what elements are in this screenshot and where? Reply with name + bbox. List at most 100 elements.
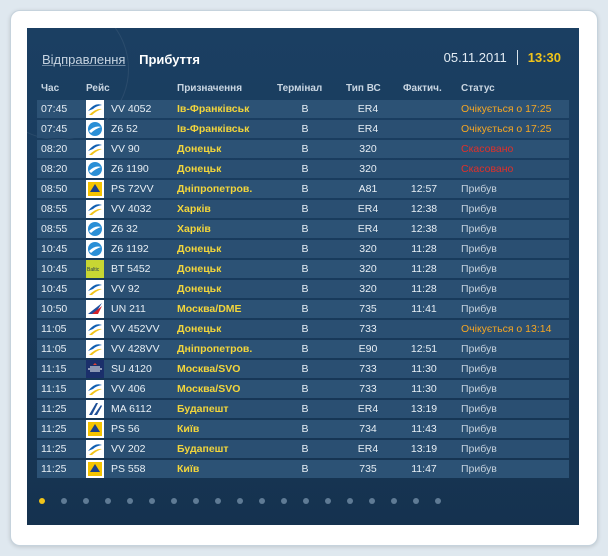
tab-arrivals[interactable]: Прибуття bbox=[139, 52, 200, 67]
flight-time: 11:25 bbox=[41, 423, 67, 435]
airbaltic-logo: Baltic bbox=[86, 260, 104, 278]
aerosvit-logo bbox=[86, 240, 104, 258]
flight-time: 10:45 bbox=[41, 283, 68, 295]
flight-terminal: B bbox=[301, 143, 309, 155]
pagination-dot-6[interactable] bbox=[149, 498, 155, 504]
pagination-dot-15[interactable] bbox=[347, 498, 353, 504]
flight-status: Очікується о 13:14 bbox=[461, 323, 552, 335]
aircraft-type: 320 bbox=[359, 283, 377, 295]
transaero-logo bbox=[86, 300, 104, 318]
actual-time: 12:57 bbox=[410, 183, 438, 195]
actual-time: 11:30 bbox=[411, 363, 437, 375]
flight-status: Прибув bbox=[461, 443, 497, 455]
flight-time: 11:25 bbox=[41, 463, 67, 475]
flight-destination: Донецьк bbox=[177, 323, 222, 335]
pagination-dot-10[interactable] bbox=[237, 498, 243, 504]
flight-destination: Будапешт bbox=[177, 403, 229, 415]
flight-status: Прибув bbox=[461, 223, 497, 235]
flight-destination: Донецьк bbox=[177, 283, 222, 295]
dniproavia-logo bbox=[86, 200, 104, 218]
flight-status: Прибув bbox=[461, 243, 497, 255]
flight-destination: Донецьк bbox=[177, 143, 222, 155]
flight-terminal: B bbox=[301, 303, 309, 315]
dniproavia-logo bbox=[86, 340, 104, 358]
pagination-dot-13[interactable] bbox=[303, 498, 309, 504]
flight-status: Очікується о 17:25 bbox=[461, 103, 552, 115]
flight-destination: Харків bbox=[177, 223, 211, 235]
actual-time: 11:30 bbox=[411, 383, 437, 395]
header-aircraft-type: Тип ВС bbox=[346, 83, 381, 94]
flight-destination: Москва/SVO bbox=[177, 363, 241, 375]
pagination-dot-14[interactable] bbox=[325, 498, 331, 504]
flight-status: Прибув bbox=[461, 363, 497, 375]
pagination-dot-1[interactable] bbox=[39, 498, 45, 504]
table-row: 11:25 VV 202 Будапешт B ER4 13:19 Прибув bbox=[37, 440, 569, 458]
pagination-dot-7[interactable] bbox=[171, 498, 177, 504]
pagination-dot-17[interactable] bbox=[391, 498, 397, 504]
flight-time: 08:55 bbox=[41, 203, 68, 215]
actual-time: 13:19 bbox=[410, 443, 438, 455]
flight-number: SU 4120 bbox=[111, 363, 152, 375]
aircraft-type: ER4 bbox=[357, 203, 379, 215]
dniproavia-logo bbox=[86, 380, 104, 398]
malev-logo bbox=[86, 400, 104, 418]
aircraft-type: 735 bbox=[359, 463, 377, 475]
table-row: 10:50 UN 211 Москва/DME B 735 11:41 Прибув bbox=[37, 300, 569, 318]
tab-departures[interactable]: Відправлення bbox=[42, 52, 125, 67]
flight-number: PS 56 bbox=[111, 423, 140, 435]
pagination-dot-4[interactable] bbox=[105, 498, 111, 504]
flight-time: 07:45 bbox=[41, 123, 68, 135]
flight-destination: Москва/DME bbox=[177, 303, 242, 315]
dniproavia-logo bbox=[86, 140, 104, 158]
pagination-dot-18[interactable] bbox=[413, 498, 419, 504]
flight-status: Прибув bbox=[461, 263, 497, 275]
pagination-dot-11[interactable] bbox=[259, 498, 265, 504]
flights-table: Час Рейс Призначення Термінал Тип ВС Фак… bbox=[37, 80, 569, 478]
flight-terminal: B bbox=[301, 363, 309, 375]
flight-terminal: B bbox=[301, 323, 309, 335]
flight-terminal: B bbox=[301, 463, 309, 475]
flight-status: Прибув bbox=[461, 423, 497, 435]
dniproavia-logo bbox=[86, 440, 104, 458]
flight-destination: Дніпропетров. bbox=[177, 343, 253, 355]
pagination-dot-12[interactable] bbox=[281, 498, 287, 504]
aircraft-type: 733 bbox=[359, 383, 377, 395]
actual-time: 11:43 bbox=[411, 423, 437, 435]
flight-number: Z6 1190 bbox=[111, 163, 149, 175]
flight-destination: Донецьк bbox=[177, 163, 222, 175]
table-body: 07:45 VV 4052 Ів-Франківськ B ER4 Очікується … bbox=[37, 100, 569, 478]
current-time: 13:30 bbox=[527, 50, 561, 65]
flight-status: Прибув bbox=[461, 403, 497, 415]
table-row: 11:05 VV 428VV Дніпропетров. B E90 12:51 Прибу… bbox=[37, 340, 569, 358]
pagination-dot-8[interactable] bbox=[193, 498, 199, 504]
table-row: 10:45 Z6 1192 Донецьк B 320 11:28 Прибув bbox=[37, 240, 569, 258]
table-row: 10:45 VV 92 Донецьк B 320 11:28 Прибув bbox=[37, 280, 569, 298]
dniproavia-logo bbox=[86, 100, 104, 118]
flight-status: Прибув bbox=[461, 463, 497, 475]
pagination-dot-5[interactable] bbox=[127, 498, 133, 504]
pagination-dot-2[interactable] bbox=[61, 498, 67, 504]
table-row: 11:05 VV 452VV Донецьк B 733 Очікується о 13:… bbox=[37, 320, 569, 338]
flight-terminal: B bbox=[301, 163, 309, 175]
header-flight: Рейс bbox=[86, 83, 110, 94]
dniproavia-logo bbox=[86, 320, 104, 338]
flight-terminal: B bbox=[301, 203, 309, 215]
flight-number: PS 558 bbox=[111, 463, 146, 475]
pagination-dot-19[interactable] bbox=[435, 498, 441, 504]
actual-time: 13:19 bbox=[410, 403, 438, 415]
flight-status: Прибув bbox=[461, 383, 497, 395]
flight-destination: Київ bbox=[177, 423, 200, 435]
actual-time: 11:41 bbox=[411, 303, 437, 315]
pagination-dot-3[interactable] bbox=[83, 498, 89, 504]
pagination-dot-9[interactable] bbox=[215, 498, 221, 504]
flight-status: Скасовано bbox=[461, 163, 514, 175]
pagination-dot-16[interactable] bbox=[369, 498, 375, 504]
flight-time: 10:45 bbox=[41, 263, 68, 275]
table-row: 08:50 PS 72VV Дніпропетров. B A81 12:57 Прибув bbox=[37, 180, 569, 198]
aircraft-type: 733 bbox=[359, 323, 377, 335]
aircraft-type: ER4 bbox=[357, 223, 379, 235]
aircraft-type: ER4 bbox=[357, 443, 379, 455]
table-row: 11:25 MA 6112 Будапешт B ER4 13:19 Прибув bbox=[37, 400, 569, 418]
actual-time: 12:38 bbox=[410, 223, 438, 235]
aircraft-type: ER4 bbox=[357, 403, 379, 415]
